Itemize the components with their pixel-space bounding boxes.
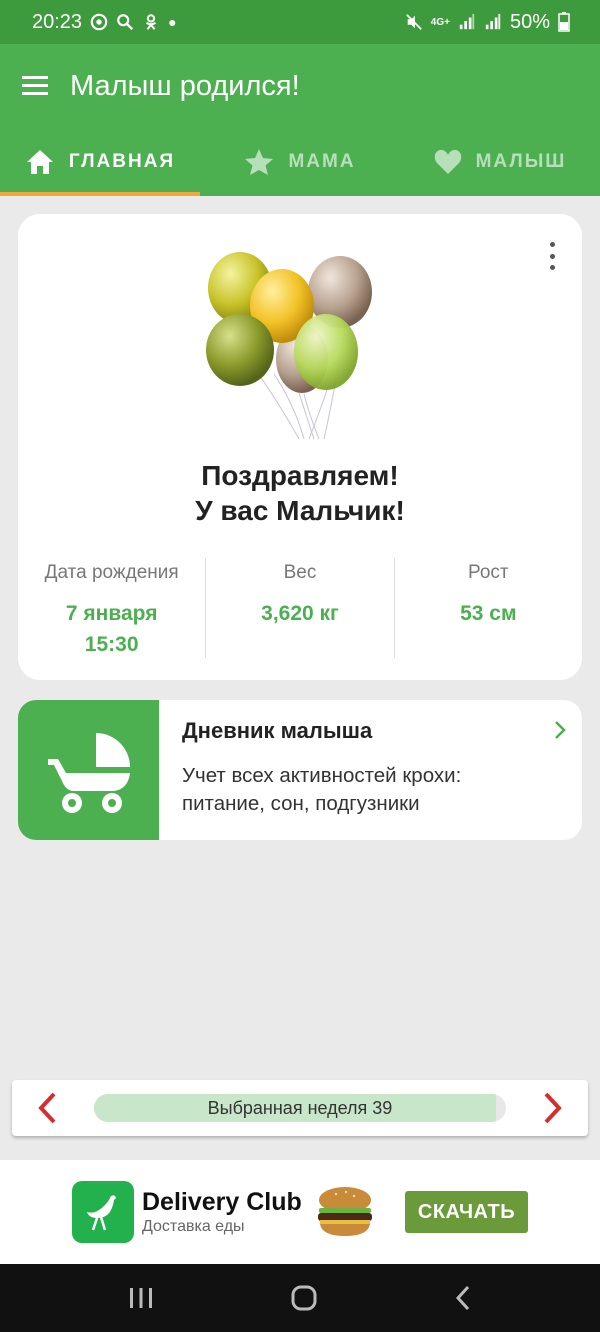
stat-height: Рост 53 см (393, 558, 582, 658)
ad-banner[interactable]: Delivery Club Доставка еды СКАЧАТЬ (0, 1160, 600, 1264)
ad-brand: Delivery Club (142, 1188, 302, 1216)
battery-percent: 50% (509, 10, 550, 33)
star-icon (245, 149, 274, 175)
network-type: 4G+ (430, 16, 450, 28)
battery-icon (558, 12, 570, 32)
search-icon (117, 14, 134, 31)
stroller-icon (47, 733, 130, 813)
back-icon[interactable] (453, 1284, 473, 1312)
app-bar: Малыш родился! (0, 44, 600, 128)
menu-icon[interactable] (22, 75, 50, 97)
delivery-club-logo (72, 1181, 134, 1243)
burger-image (318, 1187, 372, 1236)
stat-weight: Вес 3,620 кг (205, 558, 393, 658)
home-icon (26, 150, 53, 174)
previous-week-button[interactable] (12, 1080, 82, 1136)
weight-value: 3,620 кг (261, 602, 339, 625)
diary-description: Учет всех активностей крохи: питание, со… (182, 764, 462, 815)
congrats-line-1: Поздравляем! (201, 460, 399, 491)
week-progress: Выбранная неделя 39 (94, 1094, 506, 1122)
birth-stats: Дата рождения 7 января 15:30 Вес 3,620 к… (18, 558, 582, 658)
stat-label: Дата рождения (44, 562, 179, 583)
selected-week-label: Выбранная неделя 39 (207, 1098, 393, 1118)
status-bar: 20:23 ● 4G+ 50% (0, 0, 600, 44)
home-button-icon[interactable] (290, 1284, 318, 1312)
week-selector: Выбранная неделя 39 (12, 1080, 588, 1136)
app-title: Малыш родился! (70, 69, 300, 102)
birth-time-value: 15:30 (84, 633, 139, 656)
download-button[interactable]: СКАЧАТЬ (405, 1191, 528, 1233)
stat-birth-date: Дата рождения 7 января 15:30 (18, 558, 205, 658)
recent-apps-icon[interactable] (127, 1286, 155, 1310)
signal-icon (459, 13, 475, 30)
tab-mom-label: МАМА (288, 151, 356, 172)
mute-icon (405, 14, 422, 30)
ostrich-icon (87, 1195, 116, 1231)
tab-baby[interactable]: МАЛЫШ (400, 128, 600, 196)
chevron-right-icon[interactable] (552, 718, 568, 742)
notification-dot-icon: ● (168, 14, 177, 30)
chrome-icon (90, 13, 108, 31)
ad-subtitle: Доставка еды (142, 1218, 245, 1235)
balloons-image (206, 252, 372, 440)
tab-home-label: ГЛАВНАЯ (68, 151, 176, 172)
signal-2-icon (485, 13, 501, 30)
congratulations-text: Поздравляем! У вас Мальчик! (18, 458, 582, 528)
more-options-icon[interactable] (540, 242, 564, 270)
height-value: 53 см (460, 602, 517, 625)
tab-bar: ГЛАВНАЯ МАМА МАЛЫШ (0, 128, 600, 196)
system-nav-bar (0, 1264, 600, 1332)
next-week-button[interactable] (518, 1080, 588, 1136)
ok-icon (146, 14, 157, 30)
tab-mom[interactable]: МАМА (200, 128, 400, 196)
chevron-left-icon (38, 1092, 56, 1124)
baby-diary-card[interactable]: Дневник малыша Учет всех активностей кро… (18, 700, 582, 840)
stat-value: 7 января 15:30 (18, 598, 205, 660)
stat-label: Вес (283, 562, 317, 583)
heart-icon (434, 149, 461, 174)
chevron-right-icon (544, 1092, 562, 1124)
stat-label: Рост (468, 562, 509, 583)
diary-icon-box (18, 700, 159, 840)
tab-baby-label: МАЛЫШ (475, 151, 567, 172)
tab-home[interactable]: ГЛАВНАЯ (0, 128, 200, 196)
birth-date-value: 7 января (65, 602, 158, 625)
status-time: 20:23 (32, 10, 83, 33)
congrats-line-2: У вас Мальчик! (195, 495, 405, 526)
diary-title: Дневник малыша (182, 718, 373, 743)
birth-card: Поздравляем! У вас Мальчик! Дата рождени… (18, 214, 582, 680)
